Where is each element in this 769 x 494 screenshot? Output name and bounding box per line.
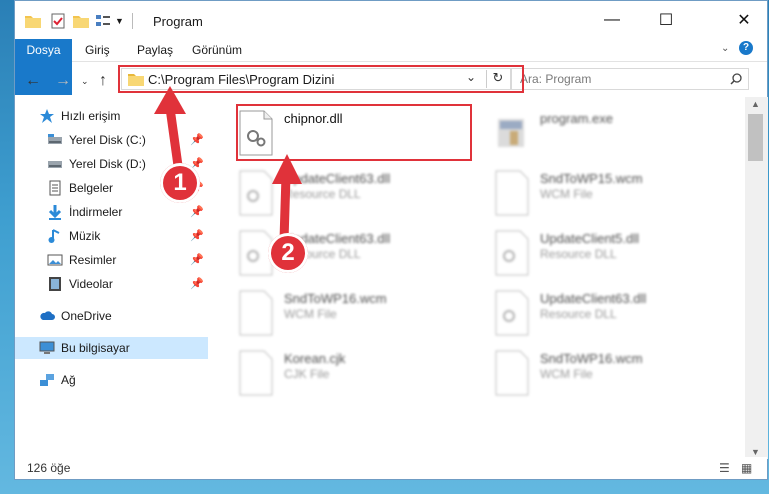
download-icon xyxy=(48,205,62,220)
sidebar-item-label: Yerel Disk (C:) xyxy=(69,133,146,147)
pictures-icon xyxy=(47,254,63,266)
file-name: Korean.cjk xyxy=(284,351,346,366)
sidebar-item-label: Müzik xyxy=(69,229,101,243)
sidebar-item-onedrive[interactable]: OneDrive xyxy=(15,305,208,327)
file-icon xyxy=(239,290,273,336)
search-icon xyxy=(730,73,742,85)
file-item[interactable]: SndToWP16.wcm WCM File xyxy=(236,285,476,341)
minimize-button[interactable]: — xyxy=(589,5,635,35)
file-type: Resource DLL xyxy=(540,307,617,321)
sidebar-item-label: Hızlı erişim xyxy=(61,109,121,123)
sidebar-item-label: Bu bilgisayar xyxy=(61,341,130,355)
help-icon[interactable]: ? xyxy=(739,41,753,55)
scroll-thumb[interactable] xyxy=(748,114,763,161)
sidebar-item-label: İndirmeler xyxy=(69,205,123,219)
pin-icon[interactable]: 📌 xyxy=(190,205,204,218)
pin-icon[interactable]: 📌 xyxy=(190,253,204,266)
star-icon xyxy=(40,109,54,123)
sidebar-item-this-pc[interactable]: Bu bilgisayar xyxy=(15,337,208,359)
explorer-window: ▼ Program — ☐ ✕ Dosya Giriş Paylaş Görün… xyxy=(14,0,768,480)
file-item[interactable]: UpdateClient5.dll Resource DLL xyxy=(492,225,732,281)
details-view-icon[interactable]: ☰ xyxy=(719,461,730,475)
search-input[interactable]: Ara: Program xyxy=(520,72,591,86)
tab-view[interactable]: Görünüm xyxy=(182,39,252,61)
large-icons-view-icon[interactable]: ▦ xyxy=(741,461,752,475)
sidebar-item-label: Resimler xyxy=(69,253,117,267)
network-icon xyxy=(40,374,54,386)
file-name: SndToWP16.wcm xyxy=(540,351,643,366)
pin-icon[interactable]: 📌 xyxy=(190,229,204,242)
sidebar-item-pictures[interactable]: Resimler 📌 xyxy=(15,249,208,271)
dll-file-icon xyxy=(495,290,529,336)
file-name: SndToWP15.wcm xyxy=(540,171,643,186)
close-icon: ✕ xyxy=(737,12,751,29)
dll-file-icon xyxy=(495,230,529,276)
ribbon-tabs: Dosya Giriş Paylaş Görünüm ⌄ ? xyxy=(15,39,767,95)
sidebar-item-downloads[interactable]: İndirmeler 📌 xyxy=(15,201,208,223)
music-icon xyxy=(48,229,60,243)
maximize-button[interactable]: ☐ xyxy=(643,5,689,35)
recent-locations-icon[interactable]: ⌄ xyxy=(81,76,89,87)
window-title: Program xyxy=(153,14,203,29)
documents-icon xyxy=(49,180,61,196)
file-name: SndToWP16.wcm xyxy=(284,291,387,306)
scroll-up-icon[interactable]: ▲ xyxy=(751,99,760,109)
quick-access-toolbar: ▼ xyxy=(25,12,133,30)
sidebar-item-network[interactable]: Ağ xyxy=(15,369,208,391)
file-icon xyxy=(495,350,529,396)
view-options-icon[interactable] xyxy=(95,14,111,28)
back-button[interactable]: ← xyxy=(25,72,41,90)
properties-icon[interactable] xyxy=(51,13,65,29)
cloud-icon xyxy=(40,311,55,320)
item-count: 126 öğe xyxy=(27,461,71,475)
sidebar-item-videos[interactable]: Videolar 📌 xyxy=(15,273,208,295)
pin-icon[interactable]: 📌 xyxy=(190,277,204,290)
forward-button[interactable]: → xyxy=(55,72,71,90)
file-icon xyxy=(495,170,529,216)
file-item[interactable]: SndToWP16.wcm WCM File xyxy=(492,345,732,401)
file-item[interactable]: program.exe xyxy=(492,105,732,161)
sidebar-item-label: Yerel Disk (D:) xyxy=(69,157,146,171)
videos-icon xyxy=(49,277,61,291)
file-name: UpdateClient63.dll xyxy=(540,291,647,306)
sidebar-item-label: Belgeler xyxy=(69,181,114,195)
expand-ribbon-icon[interactable]: ⌄ xyxy=(721,43,729,54)
file-type: Resource DLL xyxy=(540,247,617,261)
file-item[interactable]: UpdateClient63.dll Resource DLL xyxy=(492,285,732,341)
status-bar: 126 öğe ☰ ▦ xyxy=(15,457,767,479)
exe-file-icon xyxy=(498,119,524,147)
file-icon xyxy=(239,350,273,396)
vertical-scrollbar[interactable]: ▲ ▼ xyxy=(745,97,768,459)
maximize-icon: ☐ xyxy=(658,12,674,29)
file-type: WCM File xyxy=(540,187,593,201)
callout-step-1: 1 xyxy=(160,163,200,203)
customize-dropdown-icon[interactable]: ▼ xyxy=(115,16,124,26)
file-item[interactable]: SndToWP15.wcm WCM File xyxy=(492,165,732,221)
callout-step-2: 2 xyxy=(268,233,308,273)
minimize-icon: — xyxy=(604,11,620,28)
file-type: WCM File xyxy=(284,307,337,321)
close-button[interactable]: ✕ xyxy=(721,5,767,35)
drive-icon xyxy=(48,161,62,168)
tab-home[interactable]: Giriş xyxy=(75,39,120,61)
sidebar-item-music[interactable]: Müzik 📌 xyxy=(15,225,208,247)
scroll-down-icon[interactable]: ▼ xyxy=(751,447,760,457)
file-name: UpdateClient5.dll xyxy=(540,231,640,246)
file-type: WCM File xyxy=(540,367,593,381)
tab-share[interactable]: Paylaş xyxy=(127,39,183,61)
up-button[interactable]: ↑ xyxy=(99,72,107,90)
file-name: program.exe xyxy=(540,111,613,126)
search-box[interactable]: Ara: Program xyxy=(511,68,749,90)
file-type: CJK File xyxy=(284,367,330,381)
title-bar: ▼ Program — ☐ ✕ xyxy=(15,1,767,39)
computer-icon xyxy=(39,341,55,354)
file-item[interactable]: Korean.cjk CJK File xyxy=(236,345,476,401)
sidebar-item-label: Videolar xyxy=(69,277,113,291)
new-folder-icon[interactable] xyxy=(73,14,89,28)
drive-icon xyxy=(48,134,62,144)
sidebar-item-label: OneDrive xyxy=(61,309,112,323)
sidebar-item-label: Ağ xyxy=(61,373,76,387)
folder-icon[interactable] xyxy=(25,14,41,28)
